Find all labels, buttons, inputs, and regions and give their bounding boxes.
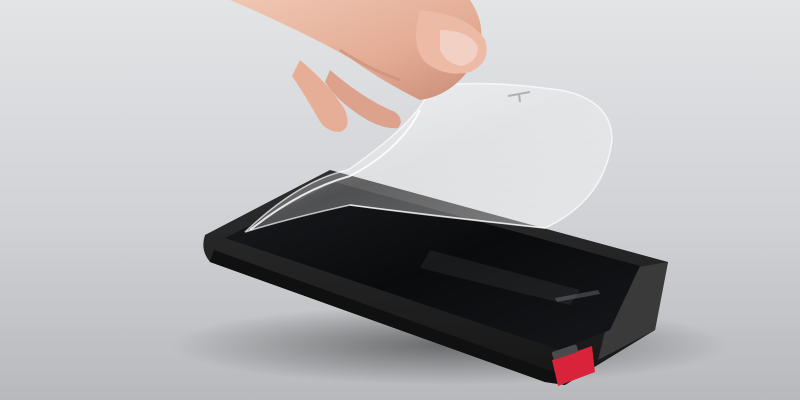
- photo-illustration: [0, 0, 800, 400]
- photo-scene: [0, 0, 800, 400]
